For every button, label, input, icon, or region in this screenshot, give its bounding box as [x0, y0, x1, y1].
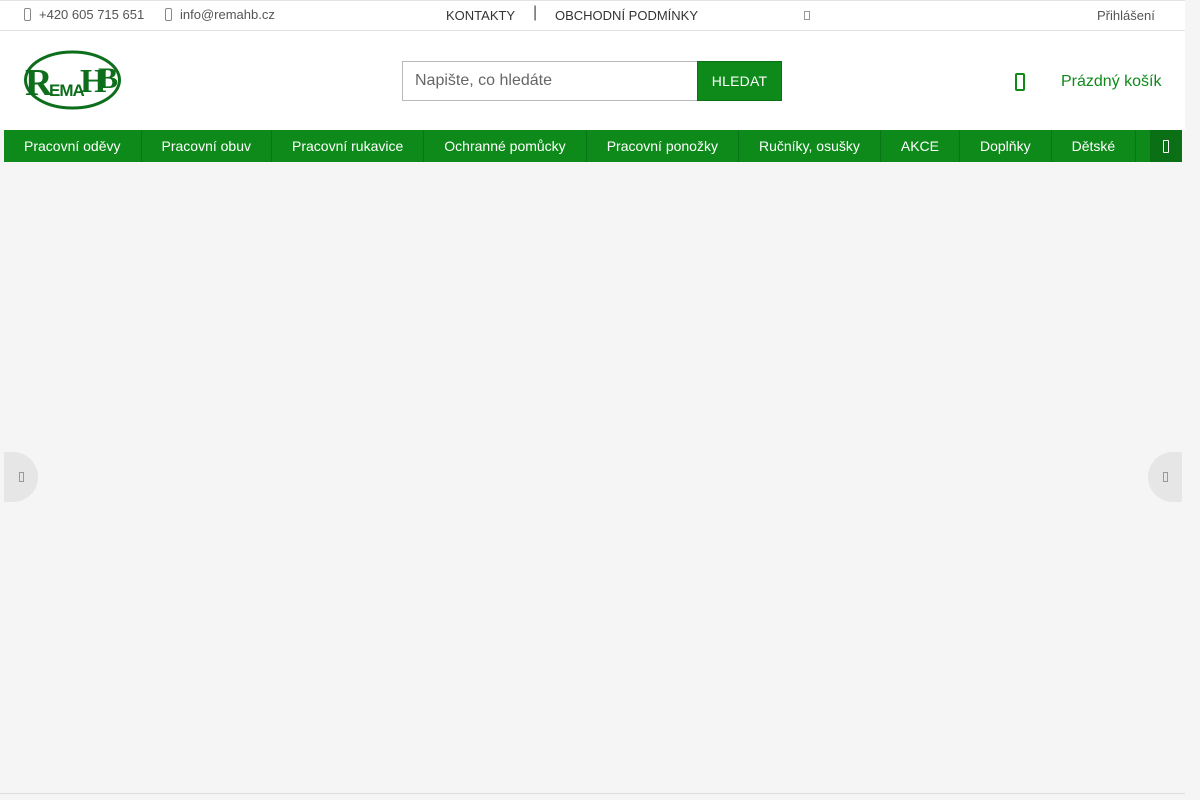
search-form: HLEDAT: [402, 61, 782, 101]
email-icon: [165, 8, 172, 21]
page: +420 605 715 651 info@remahb.cz KONTAKTY…: [0, 0, 1185, 794]
main-navigation: Pracovní oděvy Pracovní obuv Pracovní ru…: [4, 130, 1182, 162]
nav-item-rucniky-osusky[interactable]: Ručníky, osušky: [739, 130, 881, 162]
link-obchodni-podminky[interactable]: OBCHODNÍ PODMÍNKY: [555, 8, 698, 23]
top-bar: +420 605 715 651 info@remahb.cz KONTAKTY…: [0, 0, 1185, 31]
cart-link[interactable]: Prázdný košík: [1061, 73, 1161, 91]
nav-item-akce[interactable]: AKCE: [881, 130, 960, 162]
search-input[interactable]: [402, 61, 697, 101]
chevron-left-icon: [18, 472, 24, 482]
nav-item-doplnky[interactable]: Doplňky: [960, 130, 1052, 162]
nav-more-button[interactable]: [1150, 130, 1182, 162]
menu-more-icon: [1163, 139, 1169, 153]
nav-item-detske[interactable]: Dětské: [1052, 130, 1137, 162]
email-contact[interactable]: info@remahb.cz: [165, 7, 275, 22]
nav-item-pracovni-odevy[interactable]: Pracovní oděvy: [4, 130, 142, 162]
slider-next-button[interactable]: [1148, 452, 1182, 502]
phone-icon: [24, 8, 31, 21]
remahb-logo[interactable]: R EMA H B: [24, 50, 121, 110]
nav-item-pracovni-rukavice[interactable]: Pracovní rukavice: [272, 130, 425, 162]
nav-item-pracovni-ponozky[interactable]: Pracovní ponožky: [587, 130, 739, 162]
phone-contact[interactable]: +420 605 715 651: [24, 7, 144, 22]
header: R EMA H B HLEDAT Prázdný košík: [0, 31, 1185, 130]
phone-number: +420 605 715 651: [39, 7, 145, 22]
nav-item-ochranne-pomucky[interactable]: Ochranné pomůcky: [424, 130, 587, 162]
slider-prev-button[interactable]: [4, 452, 38, 502]
link-kontakty[interactable]: KONTAKTY: [446, 8, 515, 23]
topbar-dropdown-icon[interactable]: [804, 11, 810, 20]
email-address: info@remahb.cz: [180, 7, 275, 22]
login-link[interactable]: Přihlášení: [1097, 8, 1155, 23]
chevron-right-icon: [1162, 472, 1168, 482]
topbar-separator: |: [533, 4, 538, 21]
cart-icon[interactable]: [1015, 73, 1025, 91]
nav-item-pracovni-obuv[interactable]: Pracovní obuv: [142, 130, 272, 162]
svg-text:B: B: [98, 62, 118, 95]
search-button[interactable]: HLEDAT: [697, 61, 782, 101]
